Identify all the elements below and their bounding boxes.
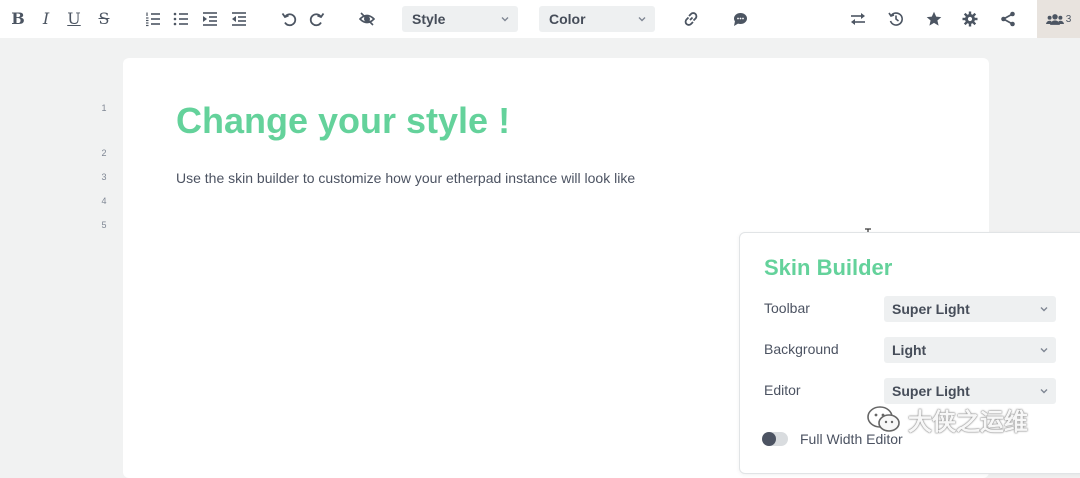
toolbar-skin-select[interactable]: Super Light — [884, 296, 1056, 322]
comment-button[interactable] — [727, 6, 753, 32]
line-number: 4 — [101, 196, 107, 206]
toolbar-label: Toolbar — [764, 300, 810, 316]
italic-button[interactable]: I — [33, 6, 59, 32]
color-select[interactable]: Color — [539, 6, 655, 32]
wechat-icon — [867, 405, 900, 432]
save-revision-button[interactable] — [921, 6, 947, 32]
line-number: 3 — [101, 172, 107, 182]
indent-icon — [203, 12, 217, 26]
outdent-button[interactable] — [226, 6, 252, 32]
unordered-list-icon — [173, 12, 188, 26]
share-icon — [1001, 11, 1015, 27]
chevron-down-icon — [1040, 389, 1048, 394]
indent-button[interactable] — [197, 6, 223, 32]
background-skin-value: Light — [892, 342, 927, 358]
chevron-down-icon — [1040, 307, 1048, 312]
redo-icon — [309, 12, 325, 27]
clear-authorship-button[interactable] — [354, 6, 380, 32]
users-icon — [1045, 13, 1064, 25]
editor-skin-select[interactable]: Super Light — [884, 378, 1056, 404]
redo-button[interactable] — [304, 6, 330, 32]
toolbar: B I U S Style Color 3 — [0, 0, 1080, 38]
italic-icon: I — [42, 9, 50, 28]
share-button[interactable] — [995, 6, 1021, 32]
watermark: 大侠之运维 — [866, 402, 1028, 437]
editor-skin-value: Super Light — [892, 383, 970, 399]
document-paragraph[interactable]: Use the skin builder to customize how yo… — [176, 170, 635, 186]
comment-icon — [734, 13, 747, 26]
ordered-list-icon — [146, 12, 160, 27]
underline-button[interactable]: U — [61, 6, 87, 32]
timeslider-button[interactable] — [883, 6, 909, 32]
users-button[interactable]: 3 — [1037, 0, 1080, 38]
strikethrough-button[interactable]: S — [91, 6, 117, 32]
history-icon — [888, 12, 903, 26]
link-icon — [684, 12, 698, 26]
style-select[interactable]: Style — [402, 6, 518, 32]
star-icon — [926, 11, 942, 26]
unordered-list-button[interactable] — [168, 6, 194, 32]
user-count: 3 — [1065, 13, 1072, 25]
line-number: 1 — [101, 103, 107, 113]
chevron-down-icon — [501, 17, 509, 22]
underline-icon: U — [67, 9, 81, 28]
background-skin-select[interactable]: Light — [884, 337, 1056, 363]
bold-icon: B — [11, 9, 25, 28]
document-heading[interactable]: Change your style ! — [176, 100, 510, 142]
ordered-list-button[interactable] — [140, 6, 166, 32]
chevron-down-icon — [638, 17, 646, 22]
import-export-button[interactable] — [845, 6, 871, 32]
background-label: Background — [764, 341, 839, 357]
line-number: 5 — [101, 220, 107, 230]
chevron-down-icon — [1040, 348, 1048, 353]
undo-button[interactable] — [276, 6, 302, 32]
color-select-label: Color — [549, 11, 586, 27]
toolbar-skin-value: Super Light — [892, 301, 970, 317]
skin-builder-title: Skin Builder — [764, 255, 893, 280]
line-number: 2 — [101, 148, 107, 158]
outdent-icon — [232, 12, 246, 26]
style-select-label: Style — [412, 11, 446, 27]
settings-button[interactable] — [957, 6, 983, 32]
full-width-toggle[interactable] — [762, 432, 788, 446]
watermark-text: 大侠之运维 — [908, 409, 1028, 436]
link-button[interactable] — [678, 6, 704, 32]
gear-icon — [962, 11, 978, 27]
exchange-icon — [851, 13, 865, 25]
strikethrough-icon: S — [98, 9, 110, 28]
undo-icon — [281, 12, 297, 27]
eye-slash-icon — [359, 12, 375, 26]
editor-label: Editor — [764, 382, 801, 398]
skin-builder-panel: Skin Builder Toolbar Super Light Backgro… — [739, 232, 1080, 474]
bold-button[interactable]: B — [5, 6, 31, 32]
toggle-knob — [762, 432, 776, 446]
